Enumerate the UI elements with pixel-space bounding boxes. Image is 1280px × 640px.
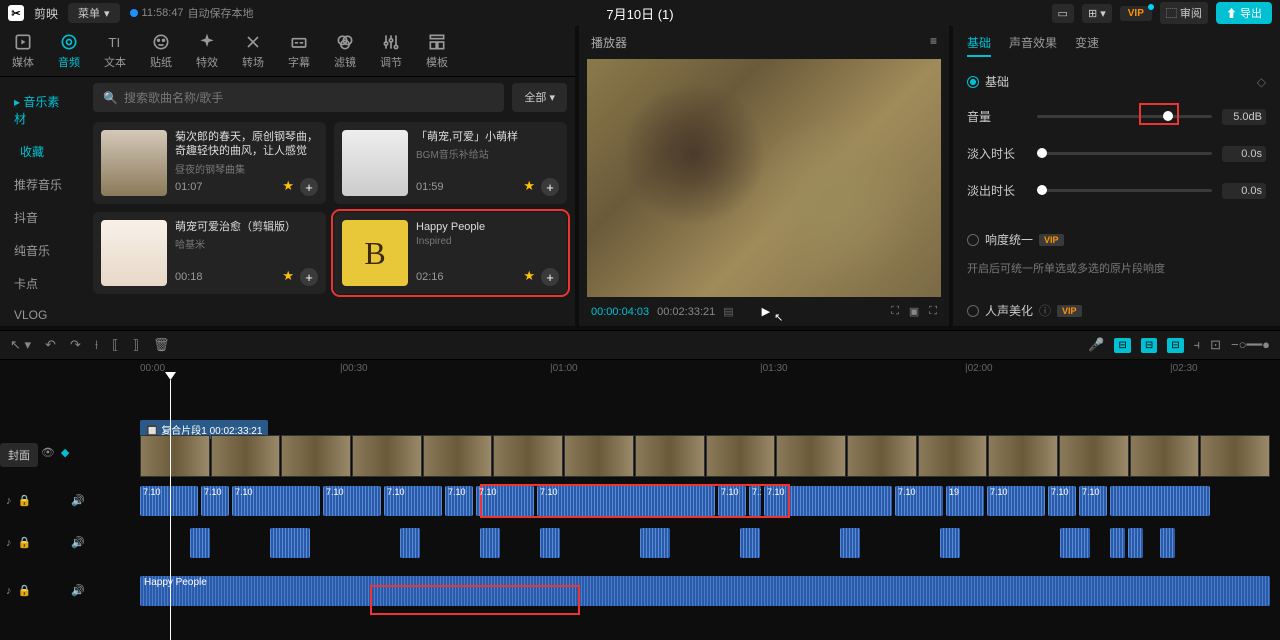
sidebar-beat[interactable]: 卡点 [0,267,85,300]
tl-opt1[interactable]: ⊟ [1114,338,1130,353]
voice-toggle[interactable] [967,305,979,317]
review-button[interactable]: ⬚ 审阅 [1160,2,1208,24]
mic-icon[interactable]: 🎤 [1088,337,1104,353]
delete-tool[interactable]: 🗑 [153,337,170,353]
star-icon[interactable]: ★ [282,268,294,286]
audio-sidebar: ▸ 音乐素材 收藏 推荐音乐 抖音 纯音乐 卡点 VLOG 旅行 [0,77,85,326]
music-card[interactable]: 菊次郎的春天，原创钢琴曲，奇趣轻快的曲风，让人感觉耳...昼夜的钢琴曲集01:0… [93,122,326,204]
sidebar-favorites[interactable]: 收藏 [0,135,85,168]
fadeout-value[interactable]: 0.0s [1222,183,1266,199]
tab-basic[interactable]: 基础 [967,34,991,57]
tool-filter[interactable]: 滤镜 [334,32,356,70]
fadeout-slider[interactable] [1037,189,1212,192]
music-card-happy-people[interactable]: B Happy PeopleInspired02:16★+ [334,212,567,294]
sidebar-music-material[interactable]: ▸ 音乐素材 [0,85,85,135]
fullscreen-icon[interactable]: ⛶ [929,305,937,318]
crop-icon[interactable]: ⛶ [891,305,899,318]
list-icon[interactable]: ▤ [723,305,733,318]
add-button[interactable]: + [300,268,318,286]
tool-subtitle[interactable]: 字幕 [288,32,310,70]
search-input[interactable]: 🔍 搜索歌曲名称/歌手 [93,83,504,112]
volume-value[interactable]: 5.0dB [1222,109,1266,125]
volume-slider[interactable] [1037,115,1212,118]
ratio-icon[interactable]: ▣ [909,305,919,318]
preview-icon[interactable]: ⊡ [1210,337,1221,353]
app-name: 剪映 [34,5,58,22]
tool-text[interactable]: TI文本 [104,32,126,70]
loudness-hint: 开启后可统一所单选或多选的原片段响度 [967,256,1266,280]
add-button[interactable]: + [541,268,559,286]
video-preview[interactable] [587,59,941,297]
project-title: 7月10日 (1) [606,4,673,23]
sidebar-douyin[interactable]: 抖音 [0,201,85,234]
timeline-ruler[interactable]: 00:00 |00:30 |01:00 |01:30 |02:00 |02:30 [0,360,1280,380]
timeline[interactable]: ⊡🔒👁◆ ♪🔒🔊 ♪🔒🔊 ♪🔒🔊 封面 🔲 复合片段1 00:02:33:21 … [0,380,1280,627]
layout2-icon[interactable]: ⊞ ▾ [1082,4,1112,23]
preview-title: 播放器 [591,34,627,51]
play-button[interactable]: ▶ [762,305,770,318]
tool-sticker[interactable]: 贴纸 [150,32,172,70]
redo-button[interactable]: ↷ [70,337,81,353]
layout-icon[interactable]: ▭ [1052,4,1074,23]
sidebar-vlog[interactable]: VLOG [0,300,85,326]
tool-media[interactable]: 媒体 [12,32,34,70]
tab-speed[interactable]: 变速 [1075,34,1099,57]
tool-transition[interactable]: 转场 [242,32,264,70]
audio-track-2[interactable]: 快闪 嗨 大狮 呐 [140,528,1270,558]
vip-badge[interactable]: VIP [1120,6,1152,21]
split-tool[interactable]: ⟊ [95,337,98,353]
sidebar-pure-music[interactable]: 纯音乐 [0,234,85,267]
audio-track-happy-people[interactable]: Happy People [140,576,1270,606]
tab-sound-effect[interactable]: 声音效果 [1009,34,1057,57]
tool-adjust[interactable]: 调节 [380,32,402,70]
fadein-slider[interactable] [1037,152,1212,155]
star-icon[interactable]: ★ [523,178,535,196]
align-icon[interactable]: ⫞ [1194,337,1201,353]
split-left-tool[interactable]: ⟦ [112,337,118,353]
video-track[interactable] [140,435,1270,477]
tl-opt2[interactable]: ⊟ [1141,338,1157,353]
app-logo: ✂ [8,5,24,21]
basic-toggle[interactable] [967,76,979,88]
export-button[interactable]: ⬆ 导出 [1216,2,1272,24]
loudness-toggle[interactable] [967,234,979,246]
music-card[interactable]: 「萌宠,可爱」小萌样BGM音乐补给站01:59★+ [334,122,567,204]
preview-menu-icon[interactable]: ≡ [930,34,937,51]
star-icon[interactable]: ★ [282,178,294,196]
menu-button[interactable]: 菜单 ▾ [68,3,120,23]
music-card[interactable]: 萌宠可爱治愈（剪辑版）哈基米00:18★+ [93,212,326,294]
tool-effect[interactable]: 特效 [196,32,218,70]
time-total: 00:02:33:21 [657,306,715,318]
tool-template[interactable]: 模板 [426,32,448,70]
time-current: 00:00:04:03 [591,306,649,318]
main-toolbar: 媒体 音频 TI文本 贴纸 特效 转场 字幕 滤镜 调节 模板 [0,26,575,77]
sidebar-recommended[interactable]: 推荐音乐 [0,168,85,201]
filter-all-button[interactable]: 全部 ▾ [512,83,567,112]
audio-track-1[interactable]: 7.10 7.10 7.10 7.10 7.10 7.10 7.10 7.10 … [140,486,1270,516]
zoom-out[interactable]: −○━━● [1231,337,1270,353]
fadein-value[interactable]: 0.0s [1222,146,1266,162]
cover-button[interactable]: 封面 [0,443,38,467]
pointer-tool[interactable]: ↖ ▾ [10,337,31,353]
star-icon[interactable]: ★ [523,268,535,286]
split-right-tool[interactable]: ⟧ [133,337,139,353]
add-button[interactable]: + [300,178,318,196]
add-button[interactable]: + [541,178,559,196]
tl-opt3[interactable]: ⊟ [1167,338,1183,353]
playhead[interactable] [170,380,171,640]
autosave-status: 11:58:47 自动保存本地 [130,5,254,21]
svg-text:TI: TI [108,35,120,50]
tool-audio[interactable]: 音频 [58,32,80,70]
undo-button[interactable]: ↶ [45,337,56,353]
